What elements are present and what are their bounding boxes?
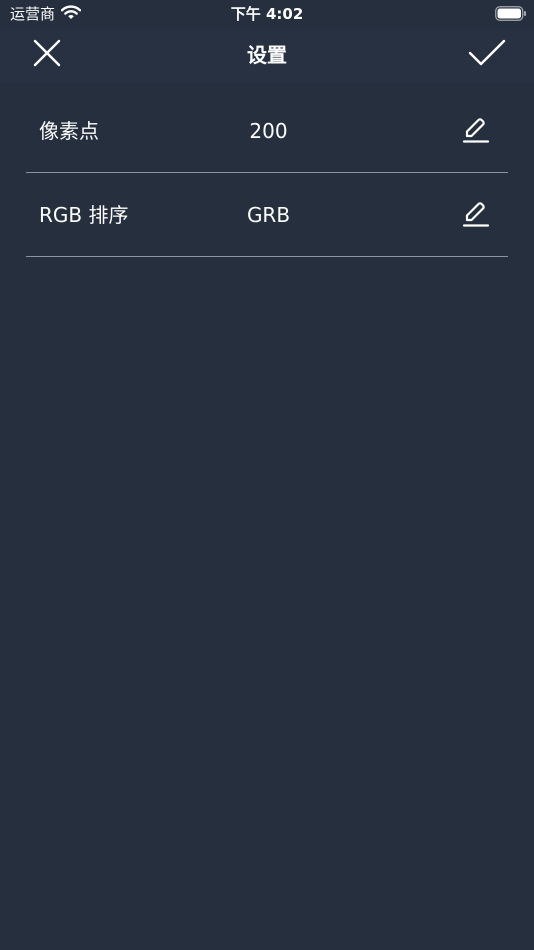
setting-label: 像素点 — [39, 119, 99, 143]
checkmark-icon — [467, 38, 507, 72]
confirm-button[interactable] — [465, 35, 509, 75]
battery-icon — [495, 6, 527, 25]
page-title: 设置 — [247, 43, 287, 67]
setting-value: 200 — [249, 119, 288, 143]
setting-value: GRB — [246, 203, 291, 227]
status-bar: 运营商 下午 4:02 — [0, 0, 534, 28]
settings-list: 像素点 200 RGB 排序 GRB — [26, 90, 508, 257]
setting-row-rgb-order: RGB 排序 GRB — [26, 174, 508, 257]
edit-pencil-icon — [462, 200, 490, 232]
navigation-bar: 设置 — [0, 28, 534, 82]
edit-pixel-count-button[interactable] — [458, 114, 494, 150]
setting-label: RGB 排序 — [39, 203, 129, 227]
status-time: 下午 4:02 — [230, 5, 304, 23]
setting-row-pixel-count: 像素点 200 — [26, 90, 508, 173]
edit-rgb-order-button[interactable] — [458, 198, 494, 234]
edit-pencil-icon — [462, 116, 490, 148]
